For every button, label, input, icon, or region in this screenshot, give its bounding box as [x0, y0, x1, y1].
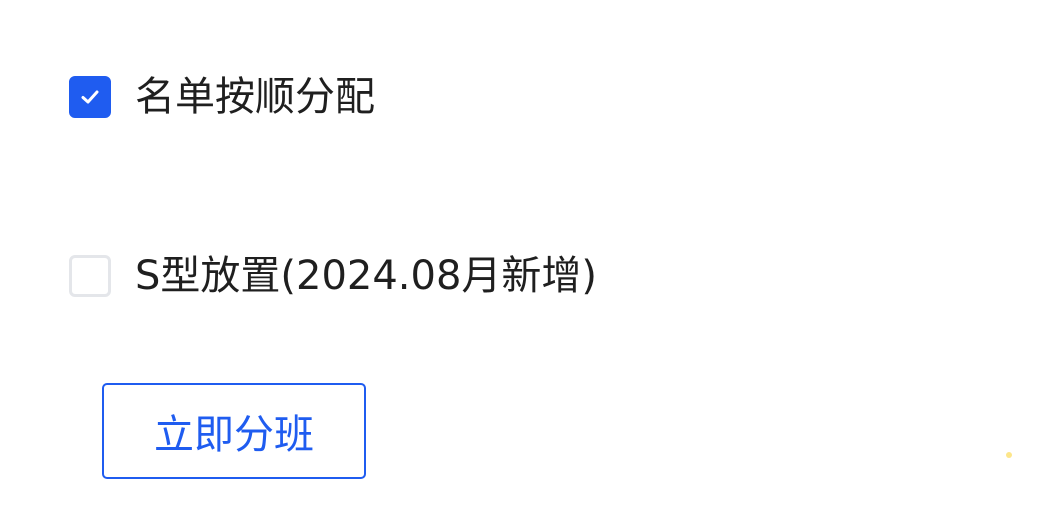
decorative-dot — [1006, 452, 1012, 458]
option-label-sequential-assign: 名单按顺分配 — [135, 74, 375, 120]
checkbox-s-shape-placement[interactable] — [69, 255, 111, 297]
checkmark-icon — [81, 90, 99, 104]
checkbox-sequential-assign[interactable] — [69, 76, 111, 118]
option-s-shape-placement[interactable]: S型放置(2024.08月新增) — [69, 252, 597, 300]
assign-classes-button[interactable]: 立即分班 — [102, 383, 366, 479]
option-sequential-assign[interactable]: 名单按顺分配 — [69, 73, 375, 121]
option-label-s-shape-placement: S型放置(2024.08月新增) — [135, 253, 598, 299]
